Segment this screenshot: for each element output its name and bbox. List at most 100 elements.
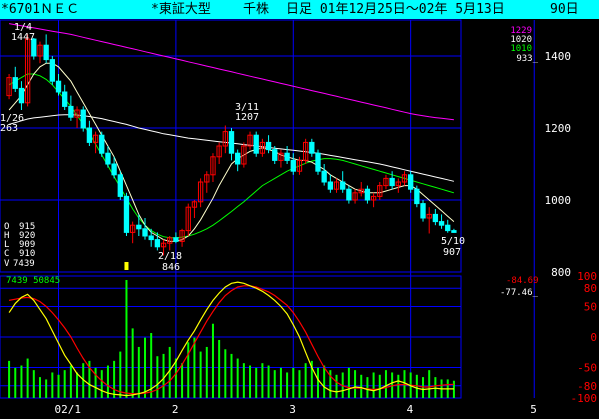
volume-bar [162, 353, 165, 398]
ohlc-volume-label: V [4, 259, 10, 269]
volume-bar [347, 367, 350, 398]
candle-body [265, 141, 272, 151]
candle-body [111, 163, 117, 176]
candle-body [432, 213, 439, 223]
candle-body [414, 188, 420, 205]
candle-body [43, 44, 49, 61]
volume-bar [26, 358, 29, 398]
candle-body [148, 235, 154, 241]
volume-bar [205, 346, 208, 398]
price-tick-label: 1400 [545, 50, 572, 63]
candle-body [309, 141, 315, 154]
candle-body [445, 224, 451, 232]
volume-bar [249, 365, 252, 398]
volume-bar [144, 337, 147, 398]
volume-bar [32, 370, 35, 398]
candle-body [117, 174, 123, 197]
candle-body [55, 80, 62, 93]
volume-bar [20, 365, 23, 398]
volume-bar [199, 351, 202, 398]
candle-body [235, 152, 241, 165]
ohlc-close-label: C [4, 249, 9, 259]
candle-body [154, 239, 161, 248]
volume-bar [242, 363, 245, 398]
price-tick-label: 1200 [545, 122, 572, 135]
volume-bar [428, 370, 431, 398]
volume-bar [335, 374, 338, 398]
x-tick-label: 3 [289, 403, 296, 416]
ma-long-line [9, 23, 454, 121]
volume-bar [113, 360, 116, 398]
volume-bar [384, 370, 387, 398]
volume-bar [224, 349, 227, 398]
volume-bar [211, 323, 214, 398]
annotation-high-value: 1447 [11, 32, 35, 43]
candle-body [290, 159, 296, 172]
candle-body [99, 134, 105, 154]
osc-readout-slow: -77.46_ [500, 288, 539, 298]
price-tick-label: 1000 [545, 194, 572, 207]
ohlc-readout: O 915 H 920 L 909 C 910 V 7439 [4, 222, 35, 269]
annotation-left-value: 263 [0, 123, 18, 134]
osc-tick-label: 100 [577, 270, 597, 283]
volume-bar [279, 367, 282, 398]
annotation-last-value: 907 [443, 247, 461, 258]
candle-body [346, 188, 352, 201]
osc-tick-label: -80 [577, 380, 597, 393]
ohlc-volume-value: 7439 [13, 259, 35, 269]
volume-bar [69, 365, 72, 398]
candle-body [327, 181, 334, 190]
volume-bar [156, 356, 159, 398]
osc-tick-label: -100 [571, 392, 598, 405]
ohlc-close-value: 910 [19, 249, 35, 259]
volume-bar [14, 367, 17, 398]
volume-bar [45, 379, 48, 398]
volume-bar [181, 363, 184, 398]
x-tick-labels: 02/1 2 3 4 5 [55, 403, 537, 416]
candle-body [228, 131, 235, 154]
candle-body [105, 152, 111, 165]
volume-bar [187, 342, 190, 398]
candle-body [86, 127, 93, 143]
volume-bar [51, 372, 54, 398]
volume-bar [63, 370, 66, 398]
volume-bar [292, 367, 295, 398]
ma-legend-mid: 1010 [510, 44, 532, 54]
candle-body [321, 170, 327, 183]
volume-bar [286, 372, 289, 398]
candle-body [253, 134, 259, 154]
candle-body [62, 91, 68, 107]
osc-tick-label: -50 [577, 362, 597, 375]
price-tick-label: 800 [551, 266, 571, 279]
candle-body [438, 221, 445, 226]
volume-bar [76, 372, 79, 398]
candle-body [49, 59, 55, 82]
volume-bar [131, 328, 134, 398]
candle-body [18, 87, 25, 104]
price-tick-labels: 1400 1200 1000 800 [545, 50, 572, 279]
volume-bar [267, 365, 270, 398]
x-tick-label: 4 [407, 403, 414, 416]
volume-bar [323, 365, 326, 398]
x-tick-label: 02/1 [55, 403, 82, 416]
x-tick-label: 5 [530, 403, 537, 416]
volume-bar [137, 346, 140, 398]
ma-legend-short: 933_ [516, 54, 538, 64]
candle-body [315, 152, 321, 172]
volume-bar [366, 377, 369, 398]
candle-body [364, 188, 371, 201]
volume-bar [100, 370, 103, 398]
volume-bar [298, 370, 301, 398]
annotation-low-date: 2/18 [158, 251, 182, 262]
volume-bar [174, 358, 177, 398]
candle-body [272, 149, 278, 161]
volume-bar [354, 370, 357, 398]
candles [6, 34, 457, 256]
x-tick-label: 2 [172, 403, 179, 416]
volume-bar [236, 358, 239, 398]
candle-body [123, 195, 130, 233]
annotation-low-value: 846 [162, 262, 180, 273]
grid [0, 19, 535, 399]
candle-body [136, 224, 142, 230]
stock-chart: 02/1 2 3 4 5 140012001000800 10080500-50-80-… [0, 19, 598, 416]
